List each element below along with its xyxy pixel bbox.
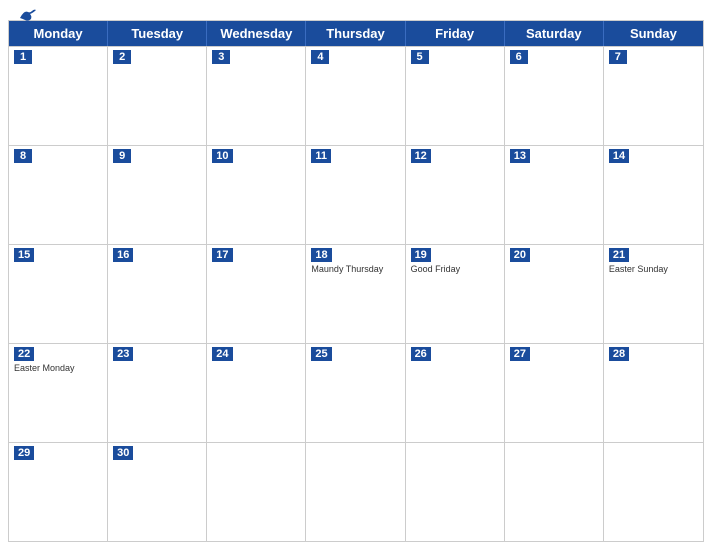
calendar-grid: MondayTuesdayWednesdayThursdayFridaySatu…: [8, 20, 704, 542]
week-row-3: 15 16 17 18 Maundy Thursday 19 Good Friday 20 21…: [9, 244, 703, 343]
day-cell: [306, 443, 405, 541]
day-number: 21: [609, 248, 629, 262]
day-cell: 6: [505, 47, 604, 145]
day-cell: 15: [9, 245, 108, 343]
day-number: 14: [609, 149, 629, 163]
day-cell: 5: [406, 47, 505, 145]
week-row-1: 1 2 3 4 5 6 7: [9, 46, 703, 145]
day-number: 6: [510, 50, 528, 64]
day-header-wednesday: Wednesday: [207, 21, 306, 46]
day-cell: 24: [207, 344, 306, 442]
day-cell: 8: [9, 146, 108, 244]
day-cell: 10: [207, 146, 306, 244]
day-cell: [406, 443, 505, 541]
day-number: 3: [212, 50, 230, 64]
day-cell: 22 Easter Monday: [9, 344, 108, 442]
day-cell: [604, 443, 703, 541]
day-number: 8: [14, 149, 32, 163]
day-cell: 2: [108, 47, 207, 145]
day-number: 18: [311, 248, 331, 262]
week-row-5: 29 30: [9, 442, 703, 541]
day-number: 28: [609, 347, 629, 361]
holiday-label: Easter Monday: [14, 363, 102, 374]
day-cell: 21 Easter Sunday: [604, 245, 703, 343]
day-number: 16: [113, 248, 133, 262]
day-header-sunday: Sunday: [604, 21, 703, 46]
logo-blue-text: [16, 8, 36, 22]
logo: [16, 8, 36, 22]
day-cell: 17: [207, 245, 306, 343]
day-number: 1: [14, 50, 32, 64]
day-cell: 30: [108, 443, 207, 541]
day-cell: 27: [505, 344, 604, 442]
day-cell: 16: [108, 245, 207, 343]
day-number: 9: [113, 149, 131, 163]
day-header-thursday: Thursday: [306, 21, 405, 46]
day-number: 26: [411, 347, 431, 361]
day-cell: 26: [406, 344, 505, 442]
day-number: 29: [14, 446, 34, 460]
day-number: 27: [510, 347, 530, 361]
holiday-label: Good Friday: [411, 264, 499, 275]
day-number: 30: [113, 446, 133, 460]
day-cell: [505, 443, 604, 541]
day-cell: 11: [306, 146, 405, 244]
day-cell: 18 Maundy Thursday: [306, 245, 405, 343]
day-number: 24: [212, 347, 232, 361]
week-row-2: 8 9 10 11 12 13 14: [9, 145, 703, 244]
day-cell: 12: [406, 146, 505, 244]
day-headers-row: MondayTuesdayWednesdayThursdayFridaySatu…: [9, 21, 703, 46]
day-cell: 14: [604, 146, 703, 244]
day-cell: 9: [108, 146, 207, 244]
day-number: 15: [14, 248, 34, 262]
day-header-saturday: Saturday: [505, 21, 604, 46]
day-header-friday: Friday: [406, 21, 505, 46]
day-number: 7: [609, 50, 627, 64]
weeks-container: 123456789101112131415161718Maundy Thursd…: [9, 46, 703, 541]
calendar-header: [0, 0, 712, 16]
day-cell: 7: [604, 47, 703, 145]
day-number: 10: [212, 149, 232, 163]
day-number: 25: [311, 347, 331, 361]
holiday-label: Easter Sunday: [609, 264, 698, 275]
day-cell: 4: [306, 47, 405, 145]
calendar-page: MondayTuesdayWednesdayThursdayFridaySatu…: [0, 0, 712, 550]
week-row-4: 22 Easter Monday 23 24 25 26 27 28: [9, 343, 703, 442]
day-number: 11: [311, 149, 331, 163]
day-number: 4: [311, 50, 329, 64]
day-number: 23: [113, 347, 133, 361]
day-cell: 13: [505, 146, 604, 244]
holiday-label: Maundy Thursday: [311, 264, 399, 275]
day-cell: 25: [306, 344, 405, 442]
day-cell: 19 Good Friday: [406, 245, 505, 343]
day-number: 13: [510, 149, 530, 163]
day-cell: 28: [604, 344, 703, 442]
day-number: 2: [113, 50, 131, 64]
day-header-tuesday: Tuesday: [108, 21, 207, 46]
day-number: 20: [510, 248, 530, 262]
day-number: 5: [411, 50, 429, 64]
day-number: 19: [411, 248, 431, 262]
day-number: 12: [411, 149, 431, 163]
day-number: 17: [212, 248, 232, 262]
day-cell: 20: [505, 245, 604, 343]
day-cell: 3: [207, 47, 306, 145]
day-header-monday: Monday: [9, 21, 108, 46]
day-number: 22: [14, 347, 34, 361]
day-cell: 29: [9, 443, 108, 541]
day-cell: [207, 443, 306, 541]
logo-bird-icon: [18, 8, 36, 22]
day-cell: 1: [9, 47, 108, 145]
day-cell: 23: [108, 344, 207, 442]
